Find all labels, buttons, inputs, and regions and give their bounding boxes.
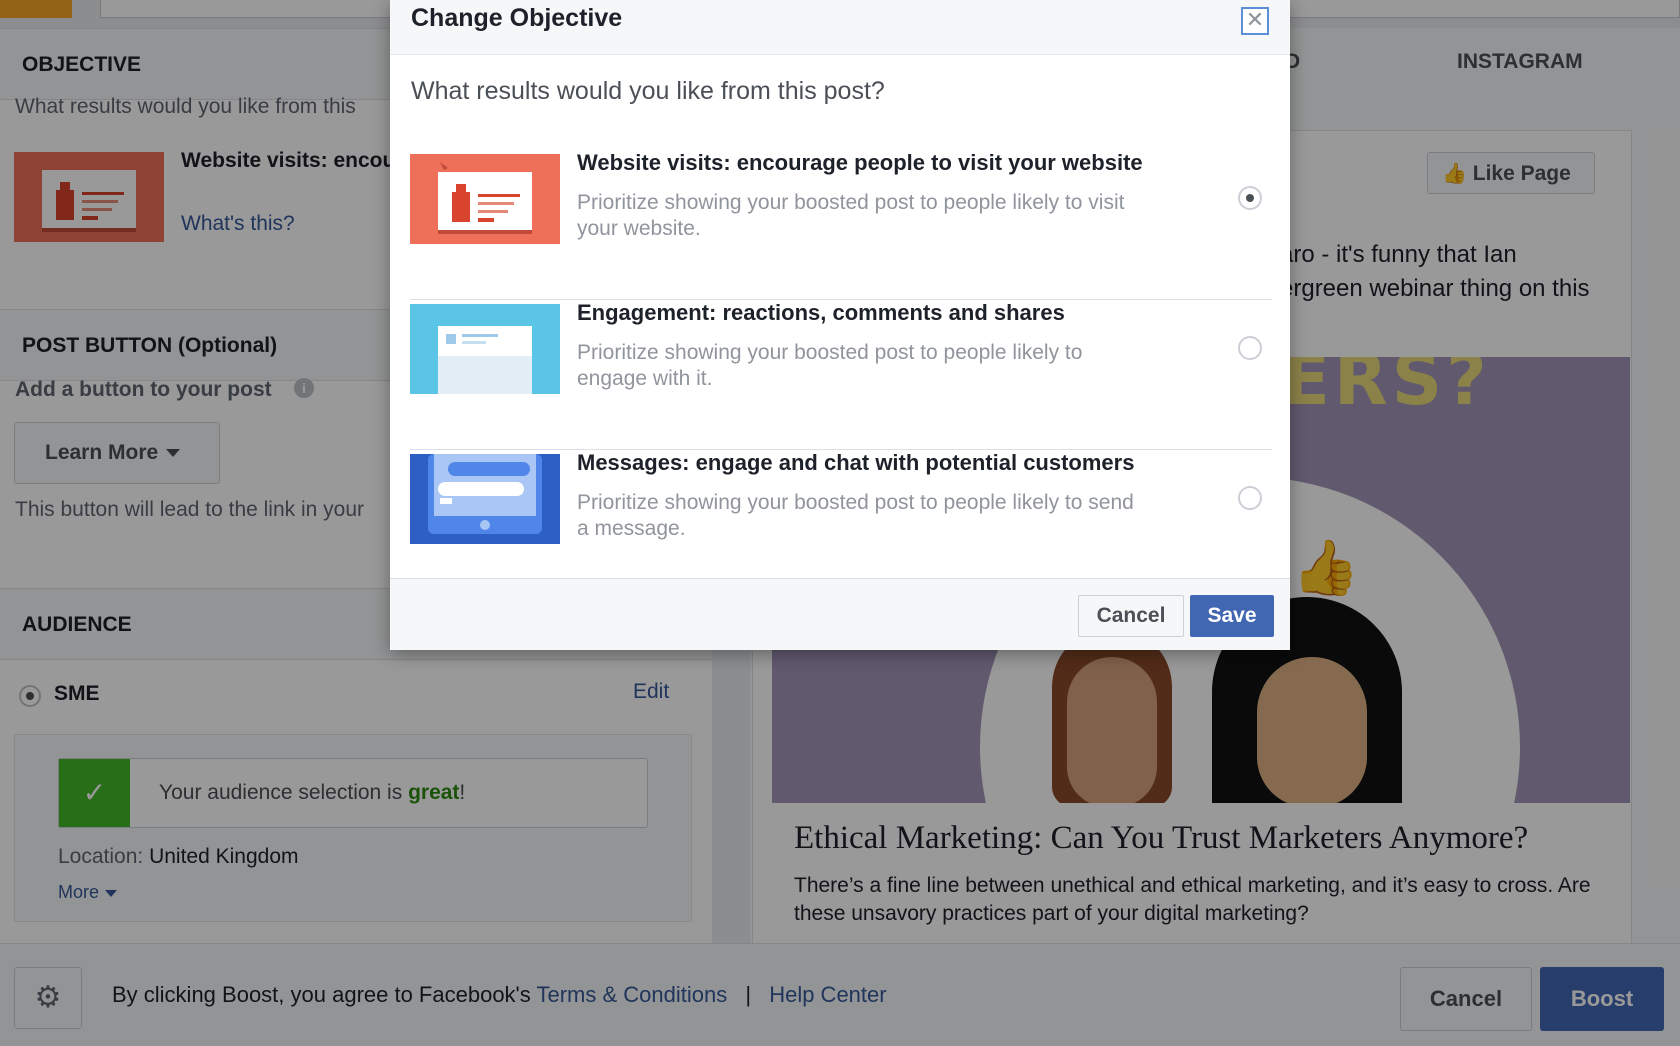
option-radio-website-visits[interactable] <box>1238 186 1262 210</box>
objective-option-engagement[interactable]: Engagement: reactions, comments and shar… <box>410 300 1272 450</box>
dialog-footer: Cancel Save <box>390 578 1290 650</box>
option-description: Prioritize showing your boosted post to … <box>577 491 1134 540</box>
dialog-header: Change Objective ✕ <box>390 0 1290 55</box>
messages-icon <box>410 454 560 544</box>
save-button[interactable]: Save <box>1190 595 1274 637</box>
option-radio-engagement[interactable] <box>1238 336 1262 360</box>
dialog-title: Change Objective <box>411 4 623 32</box>
option-title: Engagement: reactions, comments and shar… <box>577 300 1065 325</box>
close-icon[interactable]: ✕ <box>1241 7 1269 35</box>
option-description: Prioritize showing your boosted post to … <box>577 341 1083 390</box>
option-title: Website visits: encourage people to visi… <box>577 150 1143 175</box>
engagement-icon <box>410 304 560 394</box>
option-description: Prioritize showing your boosted post to … <box>577 191 1125 240</box>
cancel-button[interactable]: Cancel <box>1078 595 1184 637</box>
website-visits-icon <box>410 154 560 244</box>
dialog-question: What results would you like from this po… <box>411 77 885 105</box>
objective-option-website-visits[interactable]: Website visits: encourage people to visi… <box>410 150 1272 300</box>
change-objective-dialog: Change Objective ✕ What results would yo… <box>390 0 1290 650</box>
option-title: Messages: engage and chat with potential… <box>577 450 1135 475</box>
option-radio-messages[interactable] <box>1238 486 1262 510</box>
